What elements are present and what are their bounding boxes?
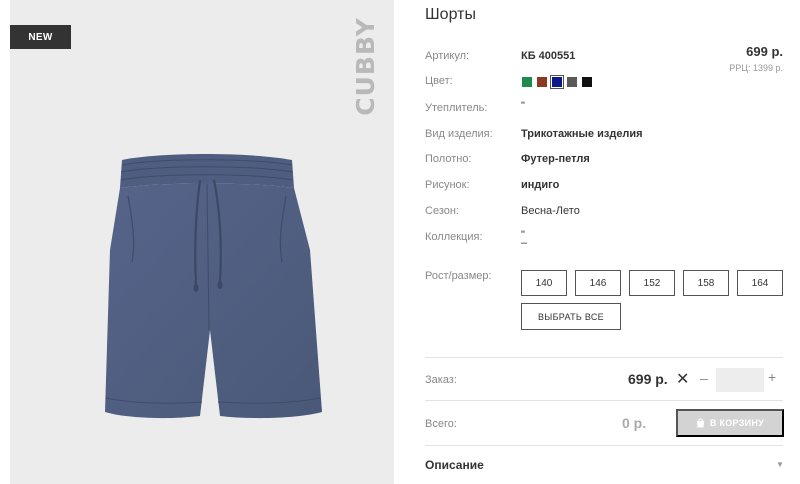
divider [425,400,783,401]
color-swatch[interactable] [581,76,593,88]
fabric-label: Полотно: [425,153,472,165]
decrement-button[interactable]: – [700,370,708,386]
description-toggle[interactable]: Описание [425,458,484,472]
brand-watermark: CUBBY [350,16,380,116]
color-swatch[interactable] [521,76,533,88]
cart-bag-icon [696,418,704,428]
add-to-cart-button[interactable]: В КОРЗИНУ [676,409,784,437]
product-image[interactable]: NEW CUBBY [10,0,394,484]
insulation-value: " [521,100,525,112]
color-swatches [521,75,593,89]
season-label: Сезон: [425,205,459,217]
size-option[interactable]: 140 [521,270,567,296]
size-option[interactable]: 158 [683,270,729,296]
total-price: 0 р. [622,415,647,431]
size-option[interactable]: 146 [575,270,621,296]
color-swatch-selected[interactable] [550,75,564,89]
divider [425,357,783,358]
size-options: 140 146 152 158 164 [521,270,791,296]
fabric-value: Футер-петля [521,153,590,165]
article-value: КБ 400551 [521,50,576,62]
insulation-label: Утеплитель: [425,102,488,114]
item-type-label: Вид изделия: [425,128,493,140]
color-swatch[interactable] [536,76,548,88]
size-label: Рост/размер: [425,270,492,282]
product-price: 699 р. [746,44,783,59]
color-label: Цвет: [425,75,453,87]
color-swatch[interactable] [566,76,578,88]
new-badge: NEW [10,25,71,49]
pattern-label: Рисунок: [425,179,470,191]
recommended-price: РРЦ: 1399 р. [729,63,783,73]
chevron-down-icon[interactable]: ▼ [776,460,784,469]
total-label: Всего: [425,418,457,430]
pattern-value: индиго [521,179,560,191]
season-value: Весна-Лето [521,205,580,217]
order-price: 699 р. [628,371,668,387]
increment-button[interactable]: + [768,369,776,385]
times-icon: ✕ [676,371,690,388]
divider [425,445,783,446]
size-option[interactable]: 152 [629,270,675,296]
item-type-value: Трикотажные изделия [521,128,643,140]
shorts-illustration [105,154,322,419]
add-to-cart-label: В КОРЗИНУ [709,418,765,428]
quantity-input[interactable] [716,368,764,392]
article-label: Артикул: [425,50,470,62]
collection-value-dash: – [521,237,528,249]
select-all-sizes-button[interactable]: ВЫБРАТЬ ВСЕ [521,303,621,330]
collection-label: Коллекция: [425,231,483,243]
size-option[interactable]: 164 [737,270,783,296]
order-label: Заказ: [425,374,457,386]
product-title: Шорты [425,6,476,23]
